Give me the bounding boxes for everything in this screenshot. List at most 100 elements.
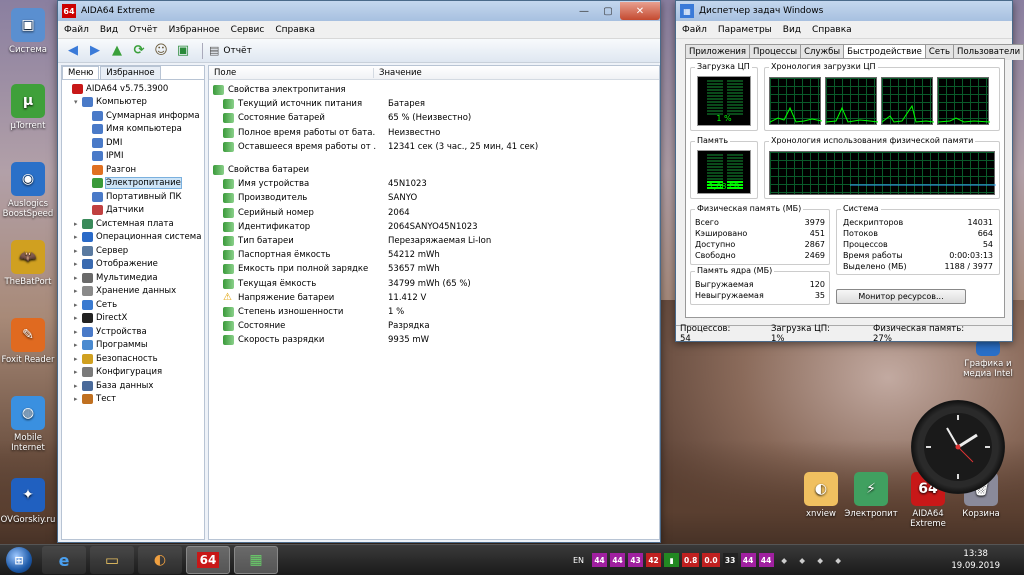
menu-item[interactable]: Отчёт	[129, 25, 157, 35]
tree-item[interactable]: ▸ Мультимедиа	[64, 271, 204, 285]
column-header-field[interactable]: Поле	[209, 67, 374, 78]
desktop-icon[interactable]: ⚡ Электропит	[843, 472, 899, 519]
desktop-icon[interactable]: ◉ Auslogics BoostSpeed	[0, 162, 56, 219]
property-row[interactable]: Полное время работы от бата... Неизвестно	[213, 126, 659, 140]
property-row[interactable]: Состояние батарей 65 % (Неизвестно)	[213, 111, 659, 125]
taskbar-ie[interactable]: e	[42, 546, 86, 574]
tree-item[interactable]: ▸ Устройства	[64, 325, 204, 339]
tree-item[interactable]: Имя компьютера	[64, 123, 204, 137]
property-row[interactable]: Текущий источник питания Батарея	[213, 97, 659, 111]
menu-item[interactable]: Файл	[682, 25, 707, 35]
close-button[interactable]: ✕	[620, 2, 660, 20]
tree-expander-icon[interactable]: ▸	[74, 260, 82, 268]
taskbar-task-manager[interactable]: ▦	[234, 546, 278, 574]
menu-item[interactable]: Сервис	[231, 25, 265, 35]
language-indicator[interactable]: EN	[573, 556, 584, 565]
tree-item[interactable]: ▸ Безопасность	[64, 352, 204, 366]
tree-expander-icon[interactable]: ▾	[74, 98, 82, 106]
property-row[interactable]: ⚠ Напряжение батареи 11.412 V	[213, 291, 659, 305]
task-manager-titlebar[interactable]: ▦ Диспетчер задач Windows	[676, 1, 1012, 21]
tree-item[interactable]: ▸ Отображение	[64, 258, 204, 272]
tab-favorites[interactable]: Избранное	[100, 66, 161, 79]
tree-expander-icon[interactable]: ▸	[74, 314, 82, 322]
menu-item[interactable]: Параметры	[718, 25, 772, 35]
network-icon[interactable]: ◆	[777, 553, 792, 567]
tray-indicator-icon[interactable]: 44	[592, 553, 608, 567]
tree-expander-icon[interactable]: ▸	[74, 395, 82, 403]
desktop-icon[interactable]: ✎ Foxit Reader	[0, 318, 56, 365]
taskbar-explorer[interactable]: ▭	[90, 546, 134, 574]
minimize-button[interactable]: —	[572, 2, 596, 20]
menu-item[interactable]: Файл	[64, 25, 89, 35]
monitor-icon[interactable]: ▣	[174, 42, 192, 60]
column-header-value[interactable]: Значение	[374, 68, 422, 78]
tree-item[interactable]: ▸ База данных	[64, 379, 204, 393]
property-row[interactable]: Степень изношенности 1 %	[213, 305, 659, 319]
desktop-icon-intel[interactable]: Графика и медиа Intel	[958, 340, 1018, 379]
tab-menu[interactable]: Меню	[62, 66, 100, 79]
start-button[interactable]: ⊞	[0, 545, 38, 575]
tree-item[interactable]: ▸ DirectX	[64, 312, 204, 326]
tree-item[interactable]: Суммарная информа	[64, 109, 204, 123]
bluetooth-icon[interactable]: ◆	[795, 553, 810, 567]
tree-item[interactable]: ▸ Операционная система	[64, 231, 204, 245]
up-arrow-icon[interactable]: ▲	[108, 42, 126, 60]
property-row[interactable]: Паспортная ёмкость 54212 mWh	[213, 248, 659, 262]
tree-expander-icon[interactable]: ▸	[74, 220, 82, 228]
tray-indicator-icon[interactable]: 42	[646, 553, 662, 567]
tree-expander-icon[interactable]: ▸	[74, 341, 82, 349]
desktop-icon[interactable]: ▣ Система	[0, 8, 56, 55]
tree-item[interactable]: ▸ Системная плата	[64, 217, 204, 231]
menu-item[interactable]: Справка	[812, 25, 852, 35]
desktop-icon[interactable]: ◐ xnview	[793, 472, 849, 519]
property-row[interactable]: Имя устройства 45N1023	[213, 177, 659, 191]
tray-indicator-icon[interactable]: 0.0	[702, 553, 720, 567]
aida64-titlebar[interactable]: 64 AIDA64 Extreme — ▢ ✕	[58, 1, 660, 21]
tree-item[interactable]: IPMI	[64, 150, 204, 164]
tree-expander-icon[interactable]: ▸	[74, 287, 82, 295]
property-row[interactable]: Состояние Разрядка	[213, 319, 659, 333]
menu-item[interactable]: Избранное	[169, 25, 220, 35]
resource-monitor-button[interactable]: Монитор ресурсов...	[836, 289, 966, 304]
tree-item[interactable]: ▾ Компьютер	[64, 96, 204, 110]
tray-indicator-icon[interactable]: 33	[722, 553, 738, 567]
property-row[interactable]: Производитель SANYO	[213, 191, 659, 205]
tree-item[interactable]: DMI	[64, 136, 204, 150]
tree-item[interactable]: ▸ Программы	[64, 339, 204, 353]
tray-indicator-icon[interactable]: 43	[628, 553, 644, 567]
tree-expander-icon[interactable]: ▸	[74, 301, 82, 309]
tray-indicator-icon[interactable]: 44	[740, 553, 756, 567]
taskbar-aida64[interactable]: 64	[186, 546, 230, 574]
menu-item[interactable]: Вид	[783, 25, 801, 35]
tree-item[interactable]: Электропитание	[64, 177, 204, 191]
tray-indicator-icon[interactable]: 0.8	[682, 553, 700, 567]
report-button[interactable]: ▤ Отчёт	[209, 44, 252, 57]
back-arrow-icon[interactable]: ◀	[64, 42, 82, 60]
maximize-button[interactable]: ▢	[596, 2, 620, 20]
tree-item[interactable]: ▸ Сеть	[64, 298, 204, 312]
tree-item[interactable]: ▸ Тест	[64, 393, 204, 407]
tree-expander-icon[interactable]: ▸	[74, 368, 82, 376]
tree-item[interactable]: Датчики	[64, 204, 204, 218]
tree-item[interactable]: ▸ Сервер	[64, 244, 204, 258]
tree-expander-icon[interactable]: ▸	[74, 328, 82, 336]
forward-arrow-icon[interactable]: ▶	[86, 42, 104, 60]
tray-indicator-icon[interactable]: 44	[610, 553, 626, 567]
property-row[interactable]: Текущая ёмкость 34799 mWh (65 %)	[213, 276, 659, 290]
tree-item[interactable]: Разгон	[64, 163, 204, 177]
tree-expander-icon[interactable]: ▸	[74, 382, 82, 390]
power-icon[interactable]: ◆	[813, 553, 828, 567]
tray-indicator-icon[interactable]: ▮	[664, 553, 680, 567]
tree-expander-icon[interactable]: ▸	[74, 274, 82, 282]
property-row[interactable]: Серийный номер 2064	[213, 206, 659, 220]
taskbar-clock[interactable]: 13:38 19.09.2019	[951, 548, 1000, 572]
desktop-icon[interactable]: ✦ OVGorskiy.ru	[0, 478, 56, 525]
menu-item[interactable]: Вид	[100, 25, 118, 35]
property-row[interactable]: Скорость разрядки 9935 mW	[213, 333, 659, 347]
menu-item[interactable]: Справка	[275, 25, 315, 35]
tree-expander-icon[interactable]: ▸	[74, 247, 82, 255]
refresh-icon[interactable]: ⟳	[130, 42, 148, 60]
clock-gadget[interactable]	[911, 400, 1005, 494]
tree-item[interactable]: ▸ Конфигурация	[64, 366, 204, 380]
tree-expander-icon[interactable]: ▸	[74, 233, 82, 241]
